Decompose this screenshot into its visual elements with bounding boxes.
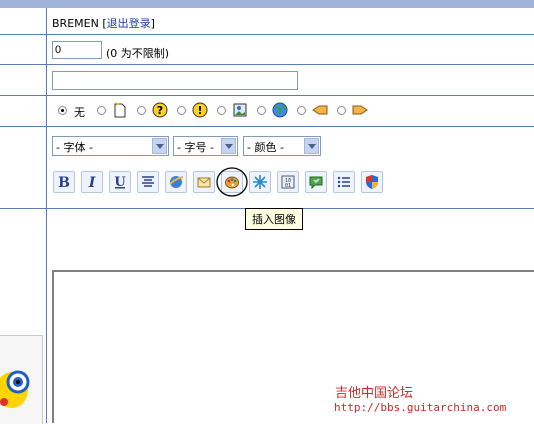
color-select[interactable]: - 颜色 - bbox=[243, 136, 321, 156]
italic-button[interactable]: I bbox=[81, 171, 103, 193]
column-divider bbox=[46, 8, 47, 423]
align-center-button[interactable] bbox=[137, 171, 159, 193]
logout-link[interactable]: 退出登录 bbox=[107, 17, 151, 30]
shield-icon bbox=[366, 175, 378, 189]
svg-text:!: ! bbox=[197, 104, 202, 117]
limit-note: (0 为不限制) bbox=[106, 47, 170, 60]
tooltip-insert-image: 插入图像 bbox=[245, 208, 303, 230]
email-icon bbox=[197, 177, 211, 188]
link-icon bbox=[169, 176, 184, 188]
username: BREMEN bbox=[52, 17, 99, 30]
svg-text:I: I bbox=[88, 175, 96, 190]
globe-icon bbox=[272, 102, 288, 118]
flash-icon bbox=[253, 175, 267, 189]
quote-button[interactable] bbox=[305, 171, 327, 193]
icon-radio-none[interactable] bbox=[58, 106, 67, 115]
list-icon bbox=[337, 176, 350, 188]
picture-icon bbox=[233, 103, 247, 117]
icon-radio-globe[interactable] bbox=[257, 106, 266, 115]
icon-radio-page[interactable] bbox=[97, 106, 106, 115]
underline-icon: U bbox=[114, 175, 126, 190]
size-select-value: - 字号 - bbox=[177, 141, 214, 154]
insert-email-button[interactable] bbox=[193, 171, 215, 193]
smiley-mascot-icon[interactable] bbox=[0, 360, 36, 412]
insert-link-button[interactable] bbox=[165, 171, 187, 193]
icon-none-label: 无 bbox=[74, 106, 85, 119]
icon-radio-picture[interactable] bbox=[217, 106, 226, 115]
align-center-icon bbox=[142, 176, 154, 187]
font-select-value: - 字体 - bbox=[56, 141, 93, 154]
svg-text:?: ? bbox=[157, 104, 163, 117]
bold-button[interactable]: B bbox=[53, 171, 75, 193]
svg-text:01: 01 bbox=[285, 183, 291, 189]
insert-media-button[interactable]: 10 01 bbox=[277, 171, 299, 193]
binary-media-icon: 1001 bbox=[281, 175, 295, 189]
highlight-circle bbox=[216, 167, 248, 197]
list-button[interactable] bbox=[333, 171, 355, 193]
watermark-url: http://bbs.guitarchina.com bbox=[334, 401, 507, 414]
insert-flash-button[interactable] bbox=[249, 171, 271, 193]
icon-radio-hand-left[interactable] bbox=[297, 106, 306, 115]
row-divider bbox=[0, 64, 534, 65]
svg-text:B: B bbox=[58, 175, 70, 190]
size-select[interactable]: - 字号 - bbox=[173, 136, 238, 156]
color-select-value: - 颜色 - bbox=[247, 141, 284, 154]
chevron-down-icon bbox=[221, 138, 236, 154]
exclamation-icon: ! bbox=[192, 102, 208, 118]
header-bar bbox=[0, 0, 534, 8]
row-divider bbox=[0, 95, 534, 96]
bold-icon: B bbox=[58, 175, 70, 190]
chevron-down-icon bbox=[152, 138, 167, 154]
icon-radio-hand-right[interactable] bbox=[337, 106, 346, 115]
italic-icon: I bbox=[88, 175, 96, 190]
watermark-site-name: 吉他中国论坛 bbox=[335, 386, 414, 401]
page-icon bbox=[114, 102, 126, 118]
underline-button[interactable]: U bbox=[109, 171, 131, 193]
chevron-down-icon bbox=[304, 138, 319, 154]
question-icon: ? bbox=[152, 102, 168, 118]
row-divider bbox=[0, 126, 534, 127]
code-button[interactable] bbox=[361, 171, 383, 193]
icon-radio-exclamation[interactable] bbox=[177, 106, 186, 115]
icon-radio-question[interactable] bbox=[137, 106, 146, 115]
title-input[interactable] bbox=[52, 71, 298, 90]
limit-input[interactable] bbox=[52, 41, 102, 59]
speech-bubble-icon bbox=[309, 176, 323, 190]
user-row: BREMEN [退出登录] bbox=[52, 17, 155, 30]
font-select[interactable]: - 字体 - bbox=[52, 136, 169, 156]
row-divider bbox=[0, 34, 534, 35]
hand-right-icon bbox=[352, 105, 368, 115]
hand-left-icon bbox=[312, 105, 328, 115]
